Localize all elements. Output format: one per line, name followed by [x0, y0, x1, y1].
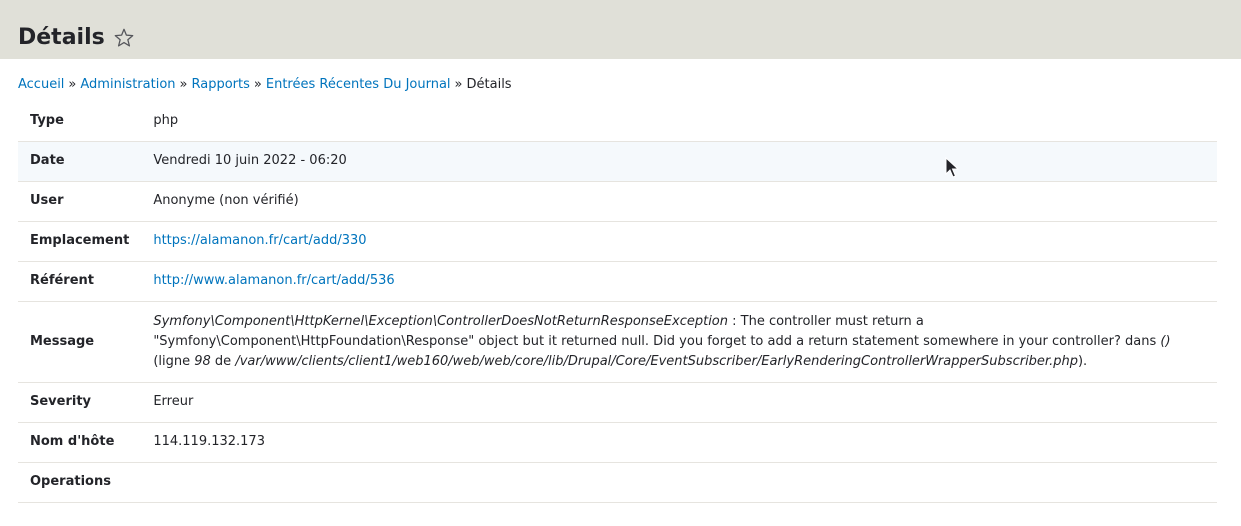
page-title: Détails	[18, 24, 135, 52]
message-label: Message	[30, 333, 95, 349]
date-value: Vendredi 10 juin 2022 - 06:20	[153, 153, 347, 168]
page-title-text: Détails	[18, 25, 105, 50]
details-table: Type php Date Vendredi 10 juin 2022 - 06…	[18, 101, 1217, 503]
details-row-date: Date Vendredi 10 juin 2022 - 06:20	[18, 141, 1217, 181]
severity-label: Severity	[30, 394, 92, 409]
details-row-location: Emplacement https://alamanon.fr/cart/add…	[18, 221, 1217, 261]
operations-value	[141, 462, 1217, 502]
date-label: Date	[30, 153, 65, 168]
referrer-cell: http://www.alamanon.fr/cart/add/536	[141, 261, 1217, 301]
breadcrumb-separator: »	[68, 77, 77, 92]
star-icon[interactable]	[113, 27, 135, 49]
breadcrumb-link-administration[interactable]: Administration	[80, 77, 175, 92]
hostname-value: 114.119.132.173	[153, 434, 265, 449]
breadcrumb-link-rapports[interactable]: Rapports	[192, 77, 250, 92]
hostname-label: Nom d'hôte	[30, 434, 115, 449]
details-row-referrer: Référent http://www.alamanon.fr/cart/add…	[18, 261, 1217, 301]
breadcrumb-separator: »	[454, 77, 463, 92]
operations-label: Operations	[30, 474, 111, 489]
severity-value: Erreur	[153, 394, 194, 409]
breadcrumb-separator: »	[253, 77, 262, 92]
message-text: ).	[1077, 353, 1088, 369]
breadcrumb-current: Détails	[466, 77, 512, 92]
breadcrumb: Accueil» Administration» Rapports» Entrées …	[18, 76, 512, 94]
details-row-hostname: Nom d'hôte 114.119.132.173	[18, 422, 1217, 462]
details-row-user: User Anonyme (non vérifié)	[18, 181, 1217, 221]
breadcrumb-separator: »	[179, 77, 188, 92]
message-line: 98	[194, 353, 211, 369]
breadcrumb-link-journal[interactable]: Entrées Récentes Du Journal	[266, 77, 451, 92]
user-label: User	[30, 193, 64, 208]
message-text: de	[210, 353, 236, 369]
message-value: Symfony\Component\HttpKernel\Exception\C…	[141, 301, 1217, 382]
mouse-cursor-icon	[945, 156, 960, 179]
breadcrumb-link-accueil[interactable]: Accueil	[18, 77, 64, 92]
referrer-link[interactable]: http://www.alamanon.fr/cart/add/536	[153, 273, 394, 288]
location-cell: https://alamanon.fr/cart/add/330	[141, 221, 1217, 261]
type-value: php	[153, 112, 179, 128]
details-row-operations: Operations	[18, 462, 1217, 502]
user-value: Anonyme (non vérifié)	[153, 193, 299, 208]
message-function: ()	[1160, 333, 1171, 349]
page-header: Détails	[0, 0, 1241, 59]
location-link[interactable]: https://alamanon.fr/cart/add/330	[153, 233, 366, 248]
message-exception: Symfony\Component\HttpKernel\Exception\C…	[153, 313, 728, 329]
message-file: /var/www/clients/client1/web160/web/web/…	[235, 353, 1078, 369]
type-label: Type	[30, 112, 64, 128]
message-text: (ligne	[153, 353, 195, 369]
location-label: Emplacement	[30, 233, 130, 248]
details-row-type: Type php	[18, 101, 1217, 141]
details-row-message: Message Symfony\Component\HttpKernel\Exc…	[18, 301, 1217, 382]
details-row-severity: Severity Erreur	[18, 382, 1217, 422]
referrer-label: Référent	[30, 273, 94, 288]
